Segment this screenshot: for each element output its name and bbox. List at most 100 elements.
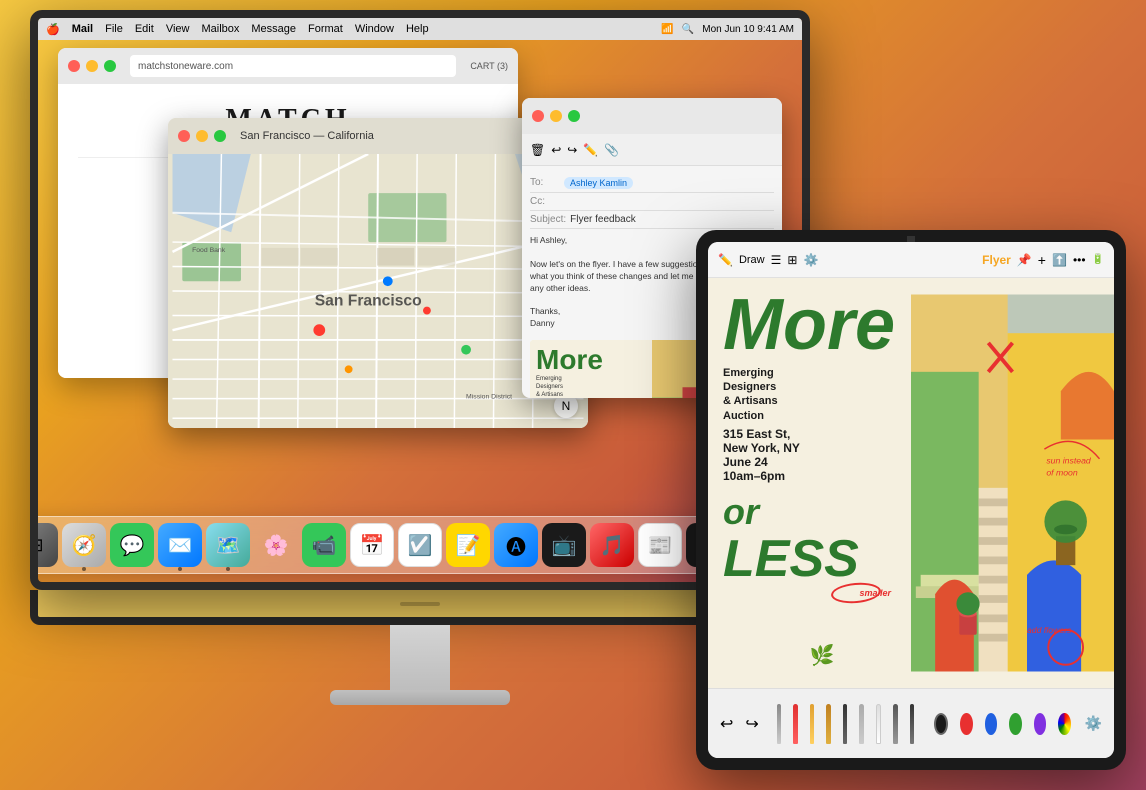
dock-maps[interactable]: 🗺️	[206, 523, 250, 567]
svg-text:sun instead: sun instead	[1046, 456, 1092, 466]
apple-menu[interactable]: 🍎	[46, 23, 60, 36]
ipad-flyer-right: sun instead of moon add flowers	[911, 278, 1114, 688]
dock-notes[interactable]: 📝	[446, 523, 490, 567]
mail-toolbar: 🗑 ↩ ↪ ✏️ 📎	[522, 134, 782, 166]
ipad-draw-label[interactable]: Draw	[739, 254, 765, 266]
dock-messages[interactable]: 💬	[110, 523, 154, 567]
mail-maximize[interactable]	[568, 110, 580, 122]
brush-tool-gold[interactable]	[826, 704, 831, 744]
dock-news[interactable]: 📰	[638, 523, 682, 567]
dock-reminders[interactable]: ☑️	[398, 523, 442, 567]
color-purple[interactable]	[1034, 713, 1046, 735]
flyer-more-text: More	[536, 346, 646, 374]
mail-delete-icon[interactable]: 🗑	[530, 143, 545, 157]
mail-to-field: To: Ashley Kamlin	[530, 174, 774, 193]
ipad-grid-icon[interactable]: ⊞	[787, 253, 797, 267]
search-icon[interactable]: 🔍	[682, 24, 694, 35]
menubar-format[interactable]: Format	[308, 23, 343, 35]
mail-subject-field: Subject: Flyer feedback	[530, 211, 774, 229]
dock-mail[interactable]: ✉️	[158, 523, 202, 567]
marker-tool-gray[interactable]	[859, 704, 864, 744]
cc-label: Cc:	[530, 196, 560, 207]
ipad-pin-icon[interactable]: 📌	[1017, 253, 1032, 267]
dock-music[interactable]: 🎵	[590, 523, 634, 567]
dock-facetime[interactable]: 📹	[302, 523, 346, 567]
ipad-less-text: LESS	[723, 533, 896, 585]
ipad-screen: ✏️ Draw ☰ ⊞ ⚙️ Flyer 📌 + ⬆️ ••• 🔋	[708, 242, 1114, 758]
undo-button[interactable]: ↩	[720, 714, 733, 734]
window-maximize[interactable]	[104, 60, 116, 72]
wifi-icon: 📶	[661, 24, 673, 35]
maps-title: San Francisco — California	[240, 130, 374, 142]
color-blue[interactable]	[985, 713, 997, 735]
ipad-event-details: EmergingDesigners& ArtisansAuction	[723, 366, 896, 423]
pen-tool[interactable]	[910, 704, 915, 744]
menubar-window[interactable]: Window	[355, 23, 394, 35]
menubar-file[interactable]: File	[105, 23, 123, 35]
ipad-settings-icon[interactable]: ⚙️	[803, 253, 818, 267]
flyer-mini-left: More EmergingDesigners& ArtisansAuction …	[530, 340, 652, 398]
ipad-flyer-left: More EmergingDesigners& ArtisansAuction …	[708, 278, 911, 688]
color-black[interactable]	[934, 713, 948, 735]
maps-minimize[interactable]	[196, 130, 208, 142]
safari-titlebar: matchstoneware.com CART (3)	[58, 48, 518, 84]
mail-titlebar	[522, 98, 782, 134]
ipad-more-icon[interactable]: •••	[1073, 253, 1086, 267]
color-red[interactable]	[960, 713, 972, 735]
brush-tool-red[interactable]	[793, 704, 798, 744]
mail-minimize[interactable]	[550, 110, 562, 122]
ipad-more-heading: More	[723, 293, 896, 358]
ipad-flyer-area: More EmergingDesigners& ArtisansAuction …	[708, 278, 1114, 688]
imac-monitor: 🍎 Mail File Edit View Mailbox Message Fo…	[30, 10, 810, 690]
mail-forward-icon[interactable]: ↪	[567, 143, 577, 157]
ipad-draw-icon[interactable]: ✏️	[718, 253, 733, 267]
window-close[interactable]	[68, 60, 80, 72]
dock-calendar[interactable]: 📅	[350, 523, 394, 567]
ipad-flyer-content: More EmergingDesigners& ArtisansAuction …	[708, 278, 1114, 688]
color-multicolor[interactable]	[1058, 713, 1070, 735]
menubar-view[interactable]: View	[166, 23, 190, 35]
menubar-mail[interactable]: Mail	[72, 23, 93, 35]
menubar-message[interactable]: Message	[251, 23, 296, 35]
dock-safari[interactable]: 🧭	[62, 523, 106, 567]
subject-value: Flyer feedback	[570, 214, 636, 225]
ipad-list-icon[interactable]: ☰	[771, 253, 782, 267]
maps-maximize[interactable]	[214, 130, 226, 142]
menubar-edit[interactable]: Edit	[135, 23, 154, 35]
mail-cc-field: Cc:	[530, 193, 774, 211]
to-label: To:	[530, 177, 560, 189]
menubar-mailbox[interactable]: Mailbox	[201, 23, 239, 35]
dock-photos[interactable]: 🌸	[254, 523, 298, 567]
window-minimize[interactable]	[86, 60, 98, 72]
svg-text:Food Bank: Food Bank	[192, 247, 226, 254]
redo-button[interactable]: ↪	[745, 714, 758, 734]
svg-text:San Francisco: San Francisco	[315, 293, 422, 310]
maps-close[interactable]	[178, 130, 190, 142]
menubar-help[interactable]: Help	[406, 23, 429, 35]
mail-attachment-icon[interactable]: 📎	[604, 143, 619, 157]
color-picker-icon[interactable]: ⚙️	[1085, 715, 1102, 732]
imac-chin	[30, 590, 810, 625]
pencil-tool[interactable]	[777, 704, 782, 744]
color-green[interactable]	[1009, 713, 1021, 735]
recipient-chip[interactable]: Ashley Kamlin	[564, 177, 633, 189]
flyer-event-text: EmergingDesigners& ArtisansAuction	[536, 376, 646, 398]
ipad-share-icon[interactable]: ⬆️	[1052, 253, 1067, 267]
eraser-tool[interactable]	[876, 704, 881, 744]
menubar-clock: Mon Jun 10 9:41 AM	[702, 24, 794, 35]
ipad-or-text: or	[723, 491, 896, 533]
mail-reply-icon[interactable]: ↩	[551, 143, 561, 157]
menubar-left: 🍎 Mail File Edit View Mailbox Message Fo…	[46, 23, 429, 36]
safari-url-bar[interactable]: matchstoneware.com	[130, 55, 456, 77]
mail-compose-icon[interactable]: ✏️	[583, 143, 598, 157]
dock-tv[interactable]: 📺	[542, 523, 586, 567]
marker-tool-dark[interactable]	[843, 704, 848, 744]
dock-launchpad[interactable]: ⊞	[30, 523, 58, 567]
ipad-frame: ✏️ Draw ☰ ⊞ ⚙️ Flyer 📌 + ⬆️ ••• 🔋	[696, 230, 1126, 770]
svg-text:Mission District: Mission District	[466, 394, 512, 401]
brush-tool-yellow[interactable]	[810, 704, 815, 744]
pencil-tool-2[interactable]	[893, 704, 898, 744]
ipad-add-icon[interactable]: +	[1038, 252, 1046, 268]
mail-close[interactable]	[532, 110, 544, 122]
dock-appstore[interactable]: 🅐	[494, 523, 538, 567]
